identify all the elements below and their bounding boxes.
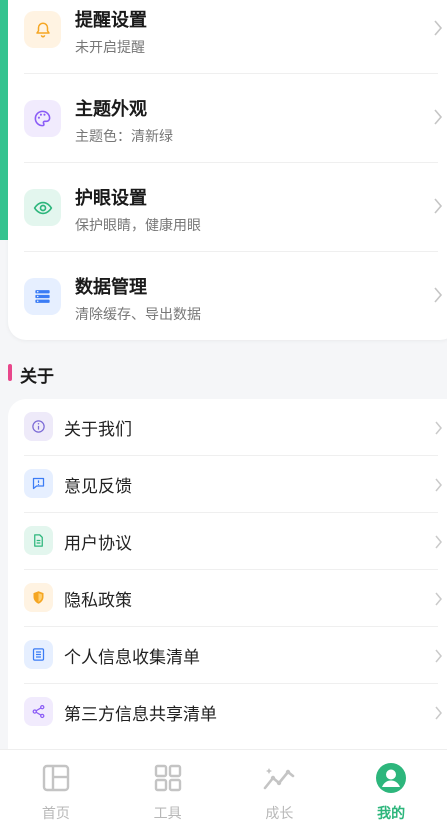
- tab-mine[interactable]: 我的: [335, 750, 447, 831]
- tab-label: 我的: [377, 806, 406, 822]
- chevron-right-icon: [434, 198, 443, 214]
- tab-label: 成长: [265, 806, 294, 822]
- tab-growth[interactable]: 成长: [224, 750, 336, 831]
- about-item-label: 个人信息收集清单: [64, 648, 200, 668]
- chevron-right-icon: [434, 287, 443, 303]
- settings-item-title: 主题外观: [75, 99, 147, 120]
- eye-icon: [24, 189, 61, 226]
- about-item-label: 用户协议: [64, 534, 132, 554]
- section-accent-bar: [8, 364, 12, 381]
- about-item-user-agreement[interactable]: 用户协议: [24, 513, 442, 570]
- green-accent-bar: [0, 0, 8, 240]
- home-layout-icon: [40, 762, 72, 794]
- document-icon: [24, 526, 53, 555]
- tab-label: 工具: [153, 806, 182, 822]
- about-card: 关于我们 意见反馈 用户协议 隐私政策 个人信息收集清单 第三方信息共享清单: [8, 399, 447, 759]
- about-item-about-us[interactable]: 关于我们: [24, 399, 442, 456]
- about-item-personal-info-list[interactable]: 个人信息收集清单: [24, 627, 442, 684]
- section-title: 关于: [20, 367, 54, 387]
- about-item-label: 第三方信息共享清单: [64, 705, 217, 725]
- chevron-right-icon: [435, 421, 442, 435]
- tab-label: 首页: [41, 806, 70, 822]
- chevron-right-icon: [435, 535, 442, 549]
- settings-card: 提醒设置 未开启提醒 主题外观 主题色：清新绿 护眼设置 保护眼睛，健康用眼 数…: [0, 0, 447, 341]
- grid-icon: [152, 762, 184, 794]
- chevron-right-icon: [434, 109, 443, 125]
- trend-icon: [263, 762, 295, 794]
- settings-item-title: 数据管理: [75, 277, 147, 298]
- about-item-third-party-sharing[interactable]: 第三方信息共享清单: [24, 684, 442, 741]
- palette-icon: [24, 100, 61, 137]
- list-icon: [24, 640, 53, 669]
- settings-page: 提醒设置 未开启提醒 主题外观 主题色：清新绿 护眼设置 保护眼睛，健康用眼 数…: [0, 0, 447, 831]
- settings-item-subtitle: 未开启提醒: [75, 40, 145, 56]
- settings-item-data[interactable]: 数据管理 清除缓存、导出数据: [24, 252, 443, 341]
- bottom-tab-bar: 首页 工具 成长 我的: [0, 749, 447, 831]
- about-item-privacy-policy[interactable]: 隐私政策: [24, 570, 442, 627]
- share-icon: [24, 697, 53, 726]
- about-item-label: 隐私政策: [64, 591, 132, 611]
- database-icon: [24, 278, 61, 315]
- bell-icon: [24, 11, 61, 48]
- tab-tools[interactable]: 工具: [112, 750, 224, 831]
- settings-item-eye-care[interactable]: 护眼设置 保护眼睛，健康用眼: [24, 163, 443, 252]
- info-icon: [24, 412, 53, 441]
- settings-item-subtitle: 保护眼睛，健康用眼: [75, 218, 201, 234]
- user-icon: [375, 762, 407, 794]
- chevron-right-icon: [435, 592, 442, 606]
- settings-item-subtitle: 主题色：清新绿: [75, 129, 173, 145]
- about-item-label: 关于我们: [64, 420, 132, 440]
- tab-home[interactable]: 首页: [0, 750, 112, 831]
- settings-item-theme[interactable]: 主题外观 主题色：清新绿: [24, 74, 443, 163]
- chevron-right-icon: [435, 478, 442, 492]
- settings-item-title: 提醒设置: [75, 10, 147, 31]
- settings-item-reminder[interactable]: 提醒设置 未开启提醒: [24, 0, 443, 74]
- feedback-icon: [24, 469, 53, 498]
- about-item-feedback[interactable]: 意见反馈: [24, 456, 442, 513]
- chevron-right-icon: [434, 20, 443, 36]
- settings-item-subtitle: 清除缓存、导出数据: [75, 307, 201, 323]
- about-item-label: 意见反馈: [64, 477, 132, 497]
- shield-icon: [24, 583, 53, 612]
- chevron-right-icon: [435, 649, 442, 663]
- settings-item-title: 护眼设置: [75, 188, 147, 209]
- chevron-right-icon: [435, 706, 442, 720]
